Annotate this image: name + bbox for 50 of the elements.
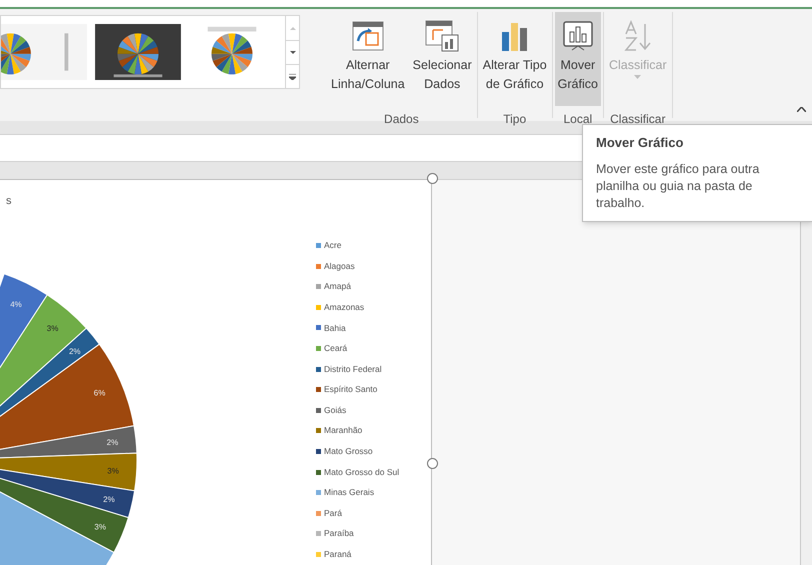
ribbon-button[interactable]: Alternar Linha/Coluna bbox=[328, 12, 408, 106]
caret-icon bbox=[634, 75, 642, 79]
resize-handle[interactable] bbox=[427, 173, 438, 184]
tooltip-text: Mover este gráfico para outra planilha ou guia na pasta de trabalho. bbox=[596, 160, 760, 212]
legend-label: Bahia bbox=[324, 322, 346, 334]
chart-title: s bbox=[6, 194, 12, 209]
tooltip-title: Mover Gráfico bbox=[596, 134, 684, 152]
group-label: Classificar bbox=[610, 111, 666, 128]
bar-chart-icon bbox=[500, 20, 530, 52]
table-arrows-icon bbox=[352, 21, 384, 51]
ribbon-button[interactable]: Alterar Tipo de Gráfico bbox=[480, 12, 550, 106]
legend-label: Paraná bbox=[324, 548, 352, 561]
chart-frame-icon bbox=[562, 20, 594, 52]
expand-gallery-icon bbox=[289, 74, 296, 80]
data-label: 3% bbox=[107, 466, 119, 476]
chart-style-thumbnail[interactable] bbox=[95, 24, 181, 80]
caret-down-icon bbox=[290, 51, 296, 54]
sort-icon bbox=[622, 20, 653, 52]
group-label: Local bbox=[563, 111, 592, 128]
data-label: 3% bbox=[46, 324, 58, 334]
legend-label: Amapá bbox=[324, 280, 351, 294]
table-chart-icon bbox=[425, 20, 460, 52]
legend-label: Mato Grosso do Sul bbox=[324, 466, 400, 478]
legend-label: Alagoas bbox=[324, 260, 355, 272]
data-label: 3% bbox=[94, 522, 106, 532]
group-label: Tipo bbox=[503, 111, 526, 128]
data-label: 4% bbox=[10, 300, 22, 310]
data-label: 6% bbox=[94, 388, 106, 398]
legend-label: Goiás bbox=[324, 404, 346, 417]
legend-label: Pará bbox=[324, 506, 342, 520]
legend-label: Distrito Federal bbox=[324, 362, 382, 376]
legend-label: Amazonas bbox=[324, 300, 364, 314]
legend-label: Paraíba bbox=[324, 527, 354, 540]
data-label: 2% bbox=[106, 438, 118, 447]
chart-style-thumbnail[interactable] bbox=[1, 24, 87, 80]
data-label: 2% bbox=[68, 346, 80, 356]
legend-label: Espírito Santo bbox=[324, 383, 378, 396]
legend-label: Acre bbox=[324, 239, 342, 252]
data-label: 2% bbox=[103, 495, 115, 504]
legend-label: Minas Gerais bbox=[324, 486, 374, 499]
group-label: Dados bbox=[384, 111, 419, 128]
legend-label: Maranhão bbox=[324, 424, 362, 438]
caret-up-icon bbox=[290, 26, 296, 30]
chart-area[interactable]: 4% 3% 2% 6% 2% 3% 2% 3% s Acre Alagoas Amapá Amazonas Bahia Ceará Distrito Federal Espírito Santo Goiás Maranhão Mato Grosso Mato Grosso do Sul Minas Gerais Pará Paraíba Paraná bbox=[0, 179, 432, 565]
legend-label: Ceará bbox=[324, 342, 348, 355]
ribbon-button[interactable]: Mover Gráfico bbox=[554, 12, 601, 106]
chart-styles-gallery[interactable] bbox=[0, 15, 300, 89]
ribbon-button[interactable]: Selecionar Dados bbox=[410, 12, 475, 106]
legend-label: Mato Grosso bbox=[324, 445, 373, 458]
caret-up-icon bbox=[796, 106, 806, 112]
